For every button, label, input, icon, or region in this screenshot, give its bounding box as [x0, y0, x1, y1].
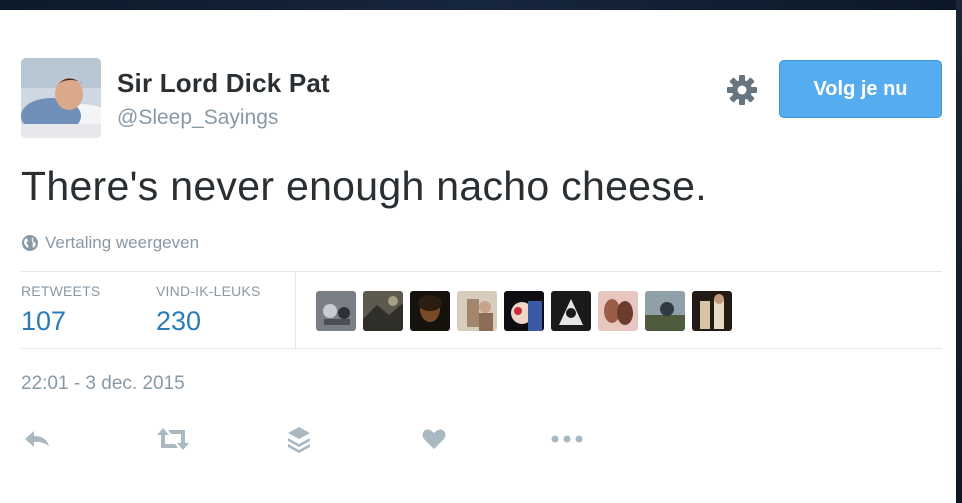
divider [21, 271, 942, 272]
globe-icon [22, 235, 38, 251]
divider [21, 348, 942, 349]
tweet-actions [0, 424, 962, 454]
like-button[interactable] [421, 424, 447, 454]
stack-button[interactable] [286, 424, 312, 454]
avatar[interactable] [21, 58, 101, 138]
user-handle[interactable]: @Sleep_Sayings [117, 106, 278, 130]
more-button[interactable] [550, 424, 584, 454]
liker-avatar[interactable] [457, 291, 497, 331]
retweets-label: RETWEETS [21, 283, 101, 299]
retweet-button[interactable] [155, 424, 191, 454]
retweets-stat[interactable]: RETWEETS 107 [21, 283, 100, 337]
tweet-timestamp[interactable]: 22:01 - 3 dec. 2015 [21, 373, 185, 395]
likes-label: VIND-IK-LEUKS [156, 283, 261, 299]
heart-icon [422, 429, 446, 449]
likers-avatars [316, 291, 732, 331]
liker-avatar[interactable] [410, 291, 450, 331]
gear-icon[interactable] [725, 73, 759, 107]
liker-avatar[interactable] [316, 291, 356, 331]
layers-icon [288, 427, 310, 453]
likes-count[interactable]: 230 [156, 306, 261, 337]
follow-button[interactable]: Volg je nu [779, 60, 942, 118]
retweet-icon [157, 428, 189, 450]
more-dots-icon [551, 435, 583, 443]
reply-button[interactable] [22, 424, 52, 454]
liker-avatar[interactable] [598, 291, 638, 331]
retweets-count[interactable]: 107 [21, 306, 100, 337]
reply-icon [25, 431, 49, 447]
liker-avatar[interactable] [363, 291, 403, 331]
translate-label: Vertaling weergeven [45, 233, 200, 252]
top-dark-band [0, 0, 962, 10]
liker-avatar[interactable] [504, 291, 544, 331]
translate-link[interactable]: Vertaling weergeven [21, 232, 199, 254]
liker-avatar[interactable] [645, 291, 685, 331]
likes-stat[interactable]: VIND-IK-LEUKS 230 [156, 283, 261, 337]
liker-avatar[interactable] [692, 291, 732, 331]
display-name[interactable]: Sir Lord Dick Pat [117, 68, 330, 99]
tweet-text: There's never enough nacho cheese. [21, 163, 707, 209]
liker-avatar[interactable] [551, 291, 591, 331]
stats-separator [295, 272, 296, 348]
